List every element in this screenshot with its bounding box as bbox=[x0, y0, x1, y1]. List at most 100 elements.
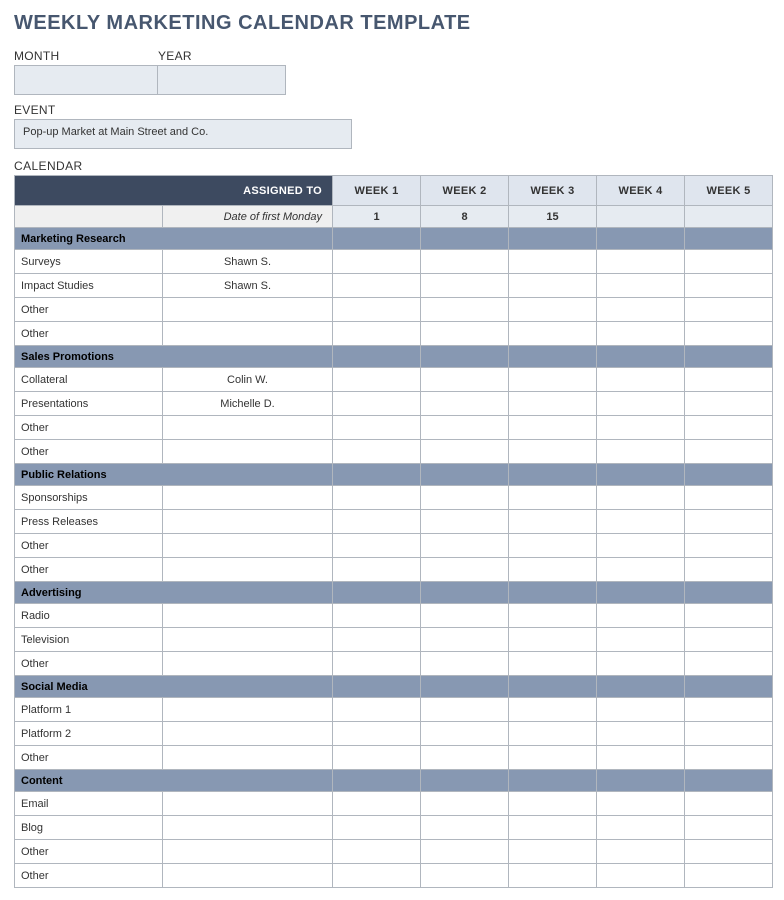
week-cell[interactable] bbox=[421, 368, 509, 392]
week-cell[interactable] bbox=[333, 440, 421, 464]
week-cell[interactable] bbox=[421, 274, 509, 298]
week-cell[interactable] bbox=[421, 652, 509, 676]
task-cell[interactable]: Platform 2 bbox=[15, 722, 163, 746]
week-cell[interactable] bbox=[421, 250, 509, 274]
week-cell[interactable] bbox=[597, 510, 685, 534]
week-cell[interactable] bbox=[509, 864, 597, 888]
week-cell[interactable] bbox=[597, 440, 685, 464]
week-cell[interactable] bbox=[421, 816, 509, 840]
week-cell[interactable] bbox=[597, 416, 685, 440]
subheader-day-2[interactable]: 8 bbox=[421, 206, 509, 228]
assignee-cell[interactable] bbox=[163, 816, 333, 840]
week-cell[interactable] bbox=[333, 652, 421, 676]
assignee-cell[interactable] bbox=[163, 604, 333, 628]
week-cell[interactable] bbox=[333, 534, 421, 558]
week-cell[interactable] bbox=[333, 558, 421, 582]
week-cell[interactable] bbox=[597, 368, 685, 392]
week-cell[interactable] bbox=[509, 486, 597, 510]
week-cell[interactable] bbox=[421, 604, 509, 628]
week-cell[interactable] bbox=[333, 298, 421, 322]
week-cell[interactable] bbox=[421, 298, 509, 322]
week-cell[interactable] bbox=[333, 840, 421, 864]
week-cell[interactable] bbox=[597, 746, 685, 770]
task-cell[interactable]: Platform 1 bbox=[15, 698, 163, 722]
week-cell[interactable] bbox=[597, 534, 685, 558]
week-cell[interactable] bbox=[421, 628, 509, 652]
week-cell[interactable] bbox=[421, 840, 509, 864]
week-cell[interactable] bbox=[333, 698, 421, 722]
task-cell[interactable]: Blog bbox=[15, 816, 163, 840]
week-cell[interactable] bbox=[685, 604, 773, 628]
assignee-cell[interactable] bbox=[163, 722, 333, 746]
task-cell[interactable]: Television bbox=[15, 628, 163, 652]
task-cell[interactable]: Sponsorships bbox=[15, 486, 163, 510]
week-cell[interactable] bbox=[685, 746, 773, 770]
week-cell[interactable] bbox=[597, 628, 685, 652]
subheader-day-5[interactable] bbox=[685, 206, 773, 228]
week-cell[interactable] bbox=[597, 698, 685, 722]
subheader-day-1[interactable]: 1 bbox=[333, 206, 421, 228]
task-cell[interactable]: Other bbox=[15, 746, 163, 770]
week-cell[interactable] bbox=[333, 274, 421, 298]
assignee-cell[interactable] bbox=[163, 298, 333, 322]
assignee-cell[interactable] bbox=[163, 864, 333, 888]
week-cell[interactable] bbox=[597, 274, 685, 298]
week-cell[interactable] bbox=[597, 298, 685, 322]
week-cell[interactable] bbox=[685, 416, 773, 440]
task-cell[interactable]: Other bbox=[15, 440, 163, 464]
month-input[interactable] bbox=[14, 65, 158, 95]
week-cell[interactable] bbox=[333, 864, 421, 888]
assignee-cell[interactable] bbox=[163, 416, 333, 440]
week-cell[interactable] bbox=[685, 722, 773, 746]
week-cell[interactable] bbox=[333, 604, 421, 628]
week-cell[interactable] bbox=[685, 440, 773, 464]
task-cell[interactable]: Press Releases bbox=[15, 510, 163, 534]
week-cell[interactable] bbox=[597, 792, 685, 816]
assignee-cell[interactable] bbox=[163, 534, 333, 558]
week-cell[interactable] bbox=[333, 628, 421, 652]
week-cell[interactable] bbox=[685, 816, 773, 840]
week-cell[interactable] bbox=[685, 368, 773, 392]
week-cell[interactable] bbox=[597, 322, 685, 346]
week-cell[interactable] bbox=[509, 510, 597, 534]
week-cell[interactable] bbox=[597, 652, 685, 676]
task-cell[interactable]: Surveys bbox=[15, 250, 163, 274]
week-cell[interactable] bbox=[597, 722, 685, 746]
week-cell[interactable] bbox=[509, 604, 597, 628]
assignee-cell[interactable] bbox=[163, 746, 333, 770]
assignee-cell[interactable] bbox=[163, 440, 333, 464]
week-cell[interactable] bbox=[685, 792, 773, 816]
week-cell[interactable] bbox=[509, 746, 597, 770]
assignee-cell[interactable] bbox=[163, 698, 333, 722]
week-cell[interactable] bbox=[509, 368, 597, 392]
week-cell[interactable] bbox=[509, 298, 597, 322]
assignee-cell[interactable]: Shawn S. bbox=[163, 274, 333, 298]
assignee-cell[interactable] bbox=[163, 486, 333, 510]
task-cell[interactable]: Other bbox=[15, 416, 163, 440]
event-input[interactable]: Pop-up Market at Main Street and Co. bbox=[14, 119, 352, 149]
week-cell[interactable] bbox=[685, 840, 773, 864]
assignee-cell[interactable] bbox=[163, 558, 333, 582]
task-cell[interactable]: Other bbox=[15, 840, 163, 864]
week-cell[interactable] bbox=[509, 722, 597, 746]
subheader-day-4[interactable] bbox=[597, 206, 685, 228]
week-cell[interactable] bbox=[421, 864, 509, 888]
week-cell[interactable] bbox=[421, 440, 509, 464]
week-cell[interactable] bbox=[421, 698, 509, 722]
week-cell[interactable] bbox=[509, 840, 597, 864]
week-cell[interactable] bbox=[685, 486, 773, 510]
week-cell[interactable] bbox=[597, 840, 685, 864]
week-cell[interactable] bbox=[333, 416, 421, 440]
task-cell[interactable]: Other bbox=[15, 558, 163, 582]
week-cell[interactable] bbox=[509, 416, 597, 440]
week-cell[interactable] bbox=[685, 864, 773, 888]
task-cell[interactable]: Presentations bbox=[15, 392, 163, 416]
task-cell[interactable]: Impact Studies bbox=[15, 274, 163, 298]
assignee-cell[interactable] bbox=[163, 840, 333, 864]
week-cell[interactable] bbox=[685, 628, 773, 652]
week-cell[interactable] bbox=[509, 534, 597, 558]
week-cell[interactable] bbox=[509, 250, 597, 274]
subheader-day-3[interactable]: 15 bbox=[509, 206, 597, 228]
week-cell[interactable] bbox=[421, 322, 509, 346]
task-cell[interactable]: Email bbox=[15, 792, 163, 816]
